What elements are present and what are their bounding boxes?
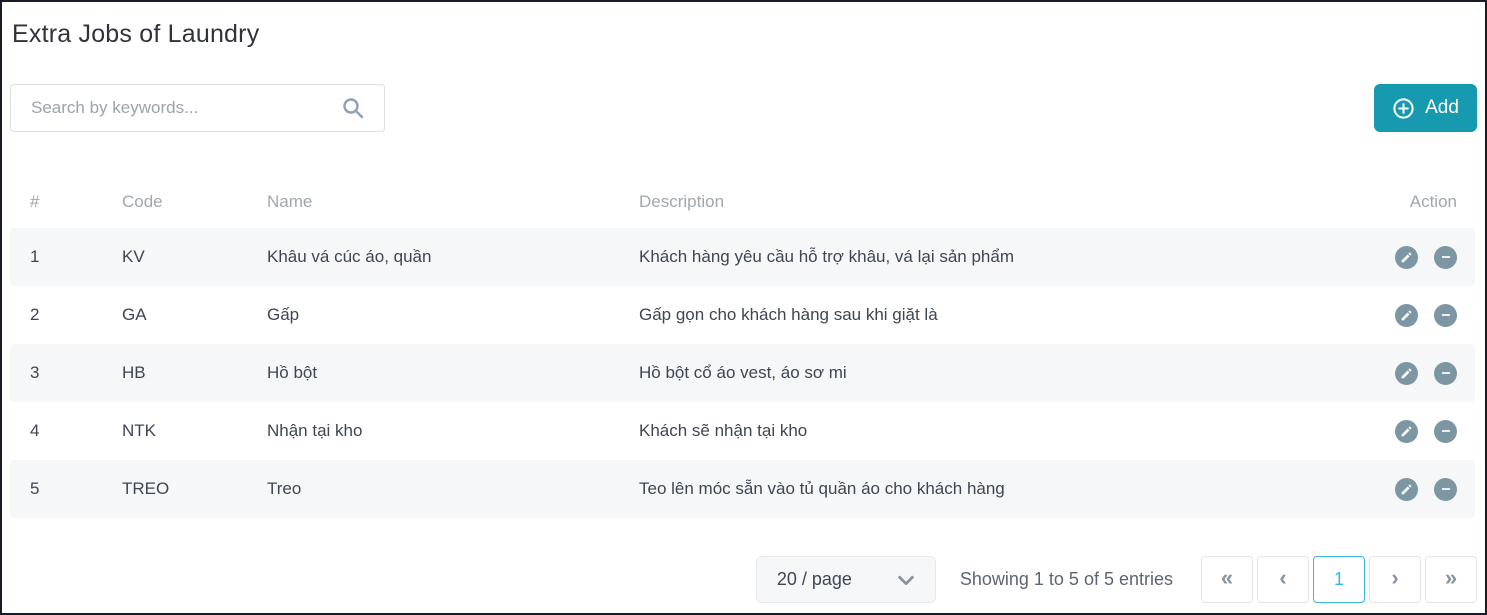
col-header-description: Description bbox=[639, 192, 1337, 212]
minus-circle-icon bbox=[1439, 482, 1453, 496]
pencil-icon bbox=[1400, 483, 1413, 496]
pencil-icon bbox=[1400, 425, 1413, 438]
next-page-button[interactable]: › bbox=[1369, 556, 1421, 603]
row-index: 3 bbox=[30, 363, 122, 383]
row-code: KV bbox=[122, 247, 267, 267]
row-index: 4 bbox=[30, 421, 122, 441]
edit-button[interactable] bbox=[1395, 478, 1418, 501]
row-actions bbox=[1337, 246, 1457, 269]
row-code: GA bbox=[122, 305, 267, 325]
row-description: Khách hàng yêu cầu hỗ trợ khâu, vá lại s… bbox=[639, 247, 1337, 267]
edit-button[interactable] bbox=[1395, 246, 1418, 269]
edit-button[interactable] bbox=[1395, 304, 1418, 327]
table-row: 3 HB Hồ bột Hồ bột cổ áo vest, áo sơ mi bbox=[10, 344, 1475, 402]
page-size-value: 20 / page bbox=[777, 569, 852, 590]
pencil-icon bbox=[1400, 367, 1413, 380]
add-button-label: Add bbox=[1425, 97, 1459, 119]
row-actions bbox=[1337, 362, 1457, 385]
row-code: TREO bbox=[122, 479, 267, 499]
toolbar: Add bbox=[10, 84, 1477, 132]
row-description: Hồ bột cổ áo vest, áo sơ mi bbox=[639, 363, 1337, 383]
row-name: Hồ bột bbox=[267, 363, 639, 383]
row-name: Khâu vá cúc áo, quần bbox=[267, 247, 639, 267]
add-button[interactable]: Add bbox=[1374, 84, 1477, 132]
row-code: NTK bbox=[122, 421, 267, 441]
chevron-down-icon bbox=[895, 569, 917, 591]
extra-jobs-table: # Code Name Description Action 1 KV Khâu… bbox=[10, 176, 1475, 518]
row-index: 1 bbox=[30, 247, 122, 267]
col-header-code: Code bbox=[122, 192, 267, 212]
remove-button[interactable] bbox=[1434, 304, 1457, 327]
edit-button[interactable] bbox=[1395, 362, 1418, 385]
plus-circle-icon bbox=[1392, 97, 1415, 120]
minus-circle-icon bbox=[1439, 424, 1453, 438]
remove-button[interactable] bbox=[1434, 478, 1457, 501]
table-row: 1 KV Khâu vá cúc áo, quần Khách hàng yêu… bbox=[10, 228, 1475, 286]
table-body: 1 KV Khâu vá cúc áo, quần Khách hàng yêu… bbox=[10, 228, 1475, 518]
table-row: 4 NTK Nhận tại kho Khách sẽ nhận tại kho bbox=[10, 402, 1475, 460]
app-window: Extra Jobs of Laundry Add bbox=[0, 0, 1487, 615]
table-header: # Code Name Description Action bbox=[10, 176, 1475, 228]
search-icon[interactable] bbox=[341, 96, 365, 120]
col-header-action: Action bbox=[1337, 192, 1457, 212]
row-index: 2 bbox=[30, 305, 122, 325]
row-description: Khách sẽ nhận tại kho bbox=[639, 421, 1337, 441]
row-description: Teo lên móc sẵn vào tủ quần áo cho khách… bbox=[639, 479, 1337, 499]
row-name: Gấp bbox=[267, 305, 639, 325]
entries-summary: Showing 1 to 5 of 5 entries bbox=[960, 569, 1173, 590]
last-page-button[interactable]: » bbox=[1425, 556, 1477, 603]
table-row: 5 TREO Treo Teo lên móc sẵn vào tủ quần … bbox=[10, 460, 1475, 518]
remove-button[interactable] bbox=[1434, 246, 1457, 269]
first-page-button[interactable]: « bbox=[1201, 556, 1253, 603]
row-index: 5 bbox=[30, 479, 122, 499]
search-input[interactable] bbox=[10, 84, 385, 132]
search-box bbox=[10, 84, 385, 132]
row-name: Nhận tại kho bbox=[267, 421, 639, 441]
minus-circle-icon bbox=[1439, 366, 1453, 380]
row-actions bbox=[1337, 420, 1457, 443]
row-actions bbox=[1337, 304, 1457, 327]
col-header-name: Name bbox=[267, 192, 639, 212]
remove-button[interactable] bbox=[1434, 362, 1457, 385]
row-description: Gấp gọn cho khách hàng sau khi giặt là bbox=[639, 305, 1337, 325]
remove-button[interactable] bbox=[1434, 420, 1457, 443]
row-actions bbox=[1337, 478, 1457, 501]
minus-circle-icon bbox=[1439, 308, 1453, 322]
row-code: HB bbox=[122, 363, 267, 383]
pagination-bar: 20 / page Showing 1 to 5 of 5 entries « … bbox=[756, 556, 1477, 603]
prev-page-button[interactable]: ‹ bbox=[1257, 556, 1309, 603]
page-title: Extra Jobs of Laundry bbox=[12, 20, 1485, 49]
pencil-icon bbox=[1400, 309, 1413, 322]
edit-button[interactable] bbox=[1395, 420, 1418, 443]
pencil-icon bbox=[1400, 251, 1413, 264]
table-row: 2 GA Gấp Gấp gọn cho khách hàng sau khi … bbox=[10, 286, 1475, 344]
col-header-index: # bbox=[30, 192, 122, 212]
row-name: Treo bbox=[267, 479, 639, 499]
pager: « ‹ 1 › » bbox=[1201, 556, 1477, 603]
page-size-select[interactable]: 20 / page bbox=[756, 556, 936, 603]
minus-circle-icon bbox=[1439, 250, 1453, 264]
current-page-button[interactable]: 1 bbox=[1313, 556, 1365, 603]
